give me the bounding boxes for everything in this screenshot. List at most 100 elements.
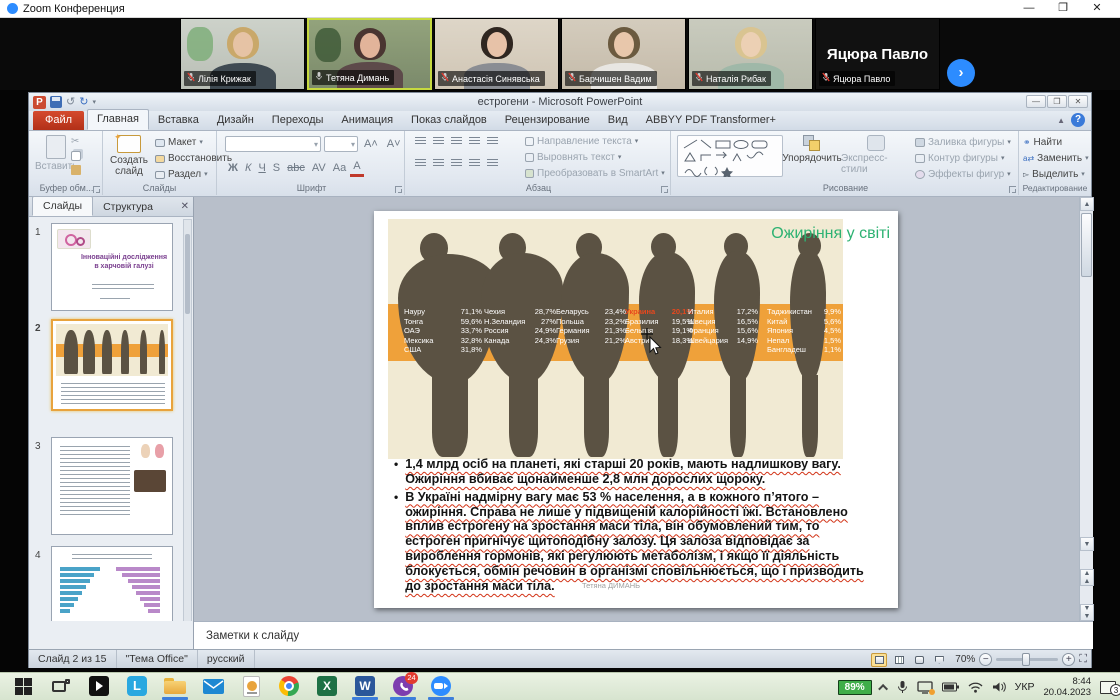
scrollbar-thumb[interactable] bbox=[1081, 213, 1092, 277]
shapes-gallery[interactable] bbox=[677, 135, 783, 177]
zoom-minimize-button[interactable]: — bbox=[1014, 0, 1044, 18]
status-language[interactable]: русский bbox=[198, 650, 255, 668]
tab-slides[interactable]: Слайды bbox=[32, 196, 93, 216]
line-spacing-icon[interactable] bbox=[487, 137, 498, 146]
char-spacing-button[interactable]: AV bbox=[309, 160, 329, 176]
notes-pane[interactable]: Заметки к слайду bbox=[194, 621, 1093, 649]
select-button[interactable]: ▻Выделить▾ bbox=[1023, 168, 1089, 181]
slide-canvas[interactable]: Науру71,1%Тонга59,6%ОАЭ33,7%Мексика32,8%… bbox=[374, 211, 898, 608]
ribbon-tab-переходы[interactable]: Переходы bbox=[263, 111, 333, 130]
microphone-icon[interactable] bbox=[897, 680, 908, 694]
viber-icon[interactable]: 24 bbox=[388, 674, 418, 698]
slide-title[interactable]: Ожиріння у світі bbox=[771, 225, 890, 243]
impress-icon[interactable] bbox=[236, 674, 266, 698]
screen-share-icon[interactable] bbox=[917, 681, 933, 694]
participant-tile[interactable]: Яцюра Павло Яцюра Павло bbox=[815, 18, 940, 90]
increase-indent-icon[interactable] bbox=[469, 137, 480, 146]
shape-effects-button[interactable]: Эффекты фигур▾ bbox=[915, 168, 1011, 181]
text-direction-button[interactable]: Направление текста▾ bbox=[525, 135, 665, 148]
ppt-minimize-button[interactable]: — bbox=[1026, 95, 1046, 108]
align-right-icon[interactable] bbox=[451, 159, 462, 168]
fit-to-window-icon[interactable]: ⛶ bbox=[1079, 653, 1087, 666]
clipboard-dialog-launcher[interactable] bbox=[93, 186, 100, 193]
font-size-select[interactable]: ▾ bbox=[324, 136, 358, 152]
ribbon-tab-abbyy-pdf-transformer-[interactable]: ABBYY PDF Transformer+ bbox=[637, 111, 785, 130]
paragraph-dialog-launcher[interactable] bbox=[661, 186, 668, 193]
normal-view-button[interactable] bbox=[871, 653, 887, 667]
mail-icon[interactable] bbox=[198, 674, 228, 698]
slide-thumbnail-1[interactable]: Інноваційні дослідження в харчовій галуз… bbox=[51, 223, 173, 311]
strikethrough-button[interactable]: abc bbox=[284, 160, 308, 176]
help-icon[interactable]: ? bbox=[1071, 113, 1085, 127]
lightshot-icon[interactable]: L bbox=[122, 674, 152, 698]
ribbon-tab-вид[interactable]: Вид bbox=[599, 111, 637, 130]
status-theme[interactable]: "Тема Office" bbox=[117, 650, 198, 668]
tray-expand-icon[interactable] bbox=[881, 684, 888, 691]
participant-tile[interactable]: >Тетяна Димань bbox=[307, 18, 432, 90]
shrink-font-button[interactable]: A˅ bbox=[384, 136, 404, 152]
ppt-close-button[interactable]: ✕ bbox=[1068, 95, 1088, 108]
drawing-dialog-launcher[interactable] bbox=[1009, 186, 1016, 193]
slideshow-view-button[interactable] bbox=[931, 653, 947, 667]
change-case-button[interactable]: Aa bbox=[330, 160, 349, 176]
reading-view-button[interactable] bbox=[911, 653, 927, 667]
bullets-icon[interactable] bbox=[415, 137, 426, 146]
scroll-down-icon[interactable]: ▼ bbox=[1080, 537, 1094, 551]
shadow-button[interactable]: S bbox=[270, 160, 283, 176]
new-slide-button[interactable]: ✦ Создать слайд bbox=[105, 135, 153, 177]
start-icon[interactable] bbox=[8, 674, 38, 698]
next-slide-button[interactable]: ▼▼ bbox=[1080, 604, 1094, 621]
excel-icon[interactable]: X bbox=[312, 674, 342, 698]
undo-button[interactable]: ↺ bbox=[66, 96, 75, 108]
copy-icon[interactable] bbox=[71, 151, 81, 161]
vertical-scrollbar[interactable]: ▲ ▼ ▲▲ ▼▼ bbox=[1079, 197, 1093, 621]
taskview-icon[interactable] bbox=[46, 674, 76, 698]
grow-font-button[interactable]: A˄ bbox=[361, 136, 381, 152]
participant-tile[interactable]: Лілія Крижак bbox=[180, 18, 305, 90]
panel-scrollbar[interactable] bbox=[183, 219, 192, 647]
volume-icon[interactable] bbox=[992, 681, 1006, 693]
movies-icon[interactable] bbox=[84, 674, 114, 698]
explorer-icon[interactable] bbox=[160, 674, 190, 698]
slide-thumbnail-2[interactable] bbox=[51, 319, 173, 411]
collapse-ribbon-icon[interactable]: ▲ bbox=[1057, 116, 1065, 125]
shape-fill-button[interactable]: Заливка фигуры▾ bbox=[915, 136, 1011, 149]
ribbon-tab-рецензирование[interactable]: Рецензирование bbox=[496, 111, 599, 130]
arrange-button[interactable]: Упорядочить bbox=[785, 135, 839, 164]
save-button[interactable] bbox=[50, 96, 62, 108]
clock[interactable]: 8:44 20.04.2023 bbox=[1043, 676, 1091, 698]
ribbon-tab-показ-слайдов[interactable]: Показ слайдов bbox=[402, 111, 496, 130]
format-painter-icon[interactable] bbox=[71, 165, 81, 175]
next-participants-button[interactable]: › bbox=[947, 59, 975, 87]
find-button[interactable]: ⚭Найти bbox=[1023, 136, 1089, 149]
ribbon-tab-главная[interactable]: Главная bbox=[87, 109, 149, 130]
previous-slide-button[interactable]: ▲▲ bbox=[1080, 569, 1094, 586]
ribbon-tab-анимация[interactable]: Анимация bbox=[332, 111, 402, 130]
align-text-button[interactable]: Выровнять текст▾ bbox=[525, 151, 665, 164]
justify-icon[interactable] bbox=[469, 159, 480, 168]
keyboard-language[interactable]: УКР bbox=[1015, 681, 1035, 693]
replace-button[interactable]: a⇄Заменить▾ bbox=[1023, 152, 1089, 165]
columns-icon[interactable] bbox=[487, 159, 498, 168]
font-name-select[interactable]: ▾ bbox=[225, 136, 321, 152]
convert-smartart-button[interactable]: Преобразовать в SmartArt▾ bbox=[525, 167, 665, 180]
participant-tile[interactable]: Анастасія Синявська bbox=[434, 18, 559, 90]
numbering-icon[interactable] bbox=[433, 137, 444, 146]
align-center-icon[interactable] bbox=[433, 159, 444, 168]
wifi-icon[interactable] bbox=[968, 682, 983, 693]
underline-button[interactable]: Ч bbox=[255, 160, 268, 176]
zoom-icon[interactable] bbox=[426, 674, 456, 698]
redo-button[interactable]: ↻ bbox=[79, 96, 88, 108]
bold-button[interactable]: Ж bbox=[225, 160, 241, 176]
shape-outline-button[interactable]: Контур фигуры▾ bbox=[915, 152, 1011, 165]
italic-button[interactable]: К bbox=[242, 160, 254, 176]
zoom-in-button[interactable]: + bbox=[1062, 653, 1075, 666]
quick-styles-button[interactable]: Экспресс-стили bbox=[841, 135, 911, 175]
ppt-restore-button[interactable]: ❐ bbox=[1047, 95, 1067, 108]
font-dialog-launcher[interactable] bbox=[395, 186, 402, 193]
participant-tile[interactable]: Барчишен Вадим bbox=[561, 18, 686, 90]
word-icon[interactable]: W bbox=[350, 674, 380, 698]
zoom-close-button[interactable]: ✕ bbox=[1082, 0, 1112, 18]
align-left-icon[interactable] bbox=[415, 159, 426, 168]
action-center-icon[interactable]: 3 bbox=[1100, 681, 1116, 694]
